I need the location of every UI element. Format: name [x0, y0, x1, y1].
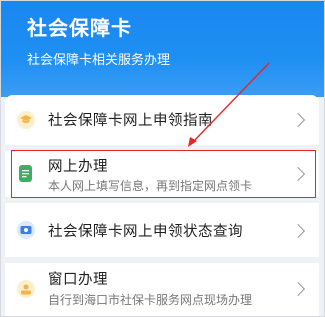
chevron-right-icon — [290, 281, 306, 297]
service-window-icon — [17, 280, 35, 298]
list-item-title: 窗口办理 — [48, 272, 108, 288]
page-title: 社会保障卡 — [27, 16, 132, 40]
graduation-cap-icon — [17, 111, 35, 129]
list-item-title: 网上办理 — [48, 159, 108, 175]
id-card-icon — [17, 221, 35, 239]
chevron-right-icon — [290, 112, 306, 128]
page-frame: 社会保障卡 社会保障卡相关服务办理 社会保障卡网上申领指南 网上办理 本人网上填… — [0, 0, 325, 317]
list-item-application-guide[interactable]: 社会保障卡网上申领指南 — [5, 95, 319, 145]
document-icon — [19, 165, 32, 182]
list-item-description: 自行到海口市社保卡服务网点现场办理 — [48, 293, 253, 307]
list-item-online-application[interactable]: 网上办理 本人网上填写信息，再到指定网点领卡 — [5, 151, 319, 197]
list-item-status-query[interactable]: 社会保障卡网上申领状态查询 — [5, 203, 319, 257]
page-subtitle: 社会保障卡相关服务办理 — [27, 53, 171, 68]
list-item-title: 社会保障卡网上申领指南 — [48, 113, 213, 129]
chevron-right-icon — [290, 166, 306, 182]
list-item-counter-service[interactable]: 窗口办理 自行到海口市社保卡服务网点现场办理 — [5, 263, 319, 316]
list-item-title: 社会保障卡网上申领状态查询 — [48, 224, 243, 240]
list-item-description: 本人网上填写信息，再到指定网点领卡 — [48, 179, 253, 193]
header-banner: 社会保障卡 社会保障卡相关服务办理 — [1, 1, 324, 97]
chevron-right-icon — [290, 223, 306, 239]
